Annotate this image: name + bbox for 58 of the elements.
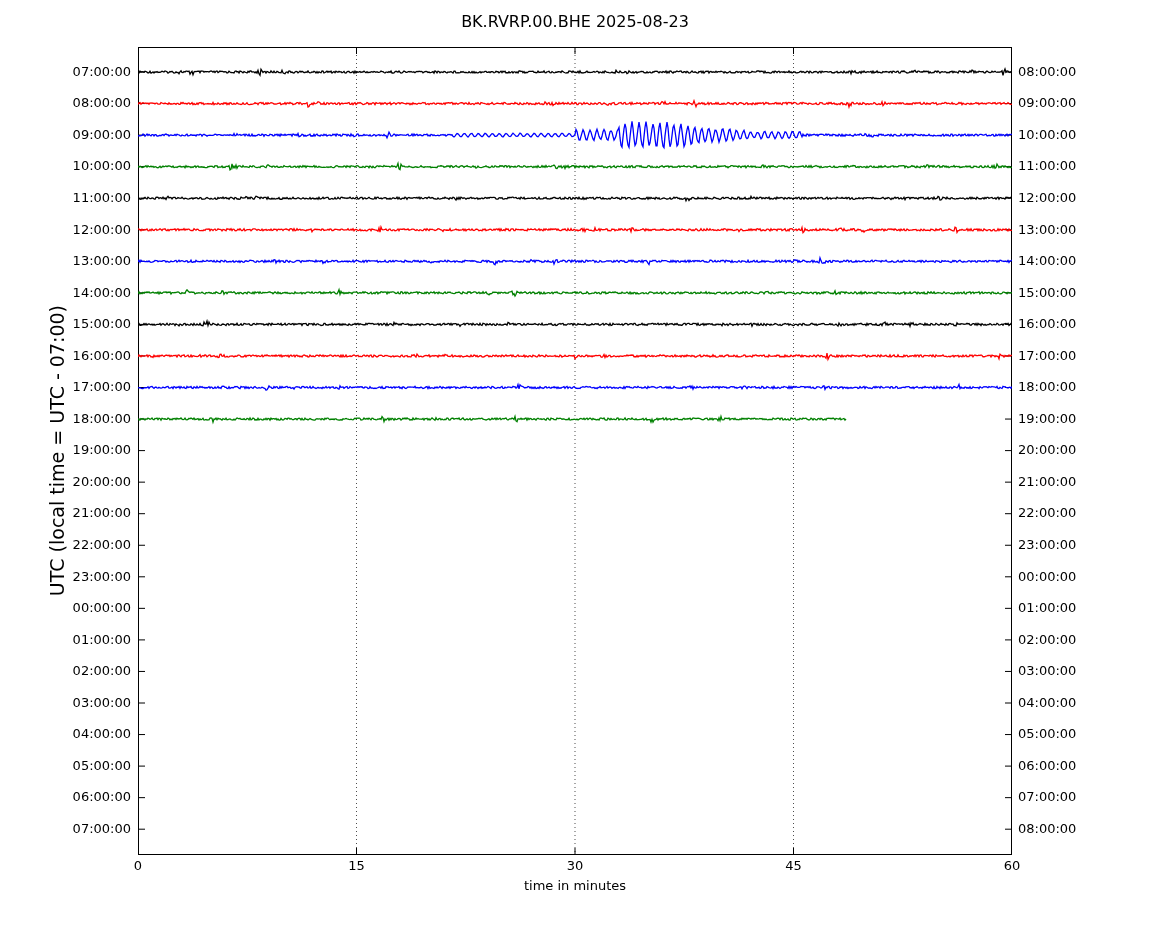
time-label: 17:00:00 (72, 379, 131, 396)
x-axis-title: time in minutes (523, 878, 627, 894)
time-label: 07:00:00 (72, 63, 131, 80)
time-label: 02:00:00 (72, 663, 131, 680)
time-label: 18:00:00 (72, 410, 131, 427)
time-label: 18:00:00 (1018, 379, 1077, 396)
time-label: 13:00:00 (1018, 221, 1077, 238)
chart-title: BK.RVRP.00.BHE 2025-08-23 (461, 12, 689, 32)
x-tick-label: 45 (785, 858, 802, 874)
time-label: 14:00:00 (1018, 253, 1077, 270)
time-label: 09:00:00 (72, 126, 131, 143)
x-tick-label: 30 (566, 858, 584, 874)
time-label: 12:00:00 (72, 221, 131, 238)
time-label: 03:00:00 (72, 694, 131, 711)
time-label: 03:00:00 (1018, 663, 1077, 680)
time-label: 00:00:00 (72, 600, 131, 617)
time-label: 04:00:00 (72, 726, 131, 743)
time-label: 22:00:00 (72, 536, 131, 553)
time-label: 22:00:00 (1018, 505, 1077, 522)
y-axis-title: UTC (local time = UTC - 07:00) (45, 305, 69, 597)
time-label: 09:00:00 (1018, 95, 1077, 112)
time-label: 21:00:00 (1018, 473, 1077, 490)
time-label: 05:00:00 (1018, 726, 1077, 743)
time-label: 06:00:00 (1018, 757, 1077, 774)
time-label: 07:00:00 (72, 820, 131, 837)
time-label: 00:00:00 (1018, 568, 1077, 585)
time-label: 04:00:00 (1018, 694, 1077, 711)
time-label: 15:00:00 (1018, 284, 1077, 301)
time-label: 16:00:00 (1018, 316, 1077, 333)
time-label: 06:00:00 (72, 789, 131, 806)
x-tick-label: 15 (348, 858, 365, 874)
time-label: 17:00:00 (1018, 347, 1077, 364)
time-label: 19:00:00 (1018, 410, 1077, 427)
time-label: 15:00:00 (72, 316, 131, 333)
time-label: 11:00:00 (72, 189, 131, 206)
time-label: 01:00:00 (1018, 600, 1077, 617)
time-label: 23:00:00 (1018, 536, 1077, 553)
time-label: 21:00:00 (72, 505, 131, 522)
time-label: 20:00:00 (1018, 442, 1077, 459)
time-label: 13:00:00 (72, 253, 131, 270)
time-label: 05:00:00 (72, 757, 131, 774)
time-label: 02:00:00 (1018, 631, 1077, 648)
time-label: 07:00:00 (1018, 789, 1077, 806)
time-label: 11:00:00 (1018, 158, 1077, 175)
time-label: 08:00:00 (1018, 820, 1077, 837)
x-tick-label: 60 (1003, 858, 1021, 874)
time-label: 20:00:00 (72, 473, 131, 490)
time-label: 12:00:00 (1018, 189, 1077, 206)
time-label: 10:00:00 (72, 158, 131, 175)
time-label: 08:00:00 (1018, 63, 1077, 80)
time-label: 23:00:00 (72, 568, 131, 585)
time-label: 19:00:00 (72, 442, 131, 459)
time-label: 14:00:00 (72, 284, 131, 301)
time-label: 01:00:00 (72, 631, 131, 648)
time-label: 10:00:00 (1018, 126, 1077, 143)
x-tick-label: 0 (133, 858, 143, 874)
time-label: 16:00:00 (72, 347, 131, 364)
time-label: 08:00:00 (72, 95, 131, 112)
